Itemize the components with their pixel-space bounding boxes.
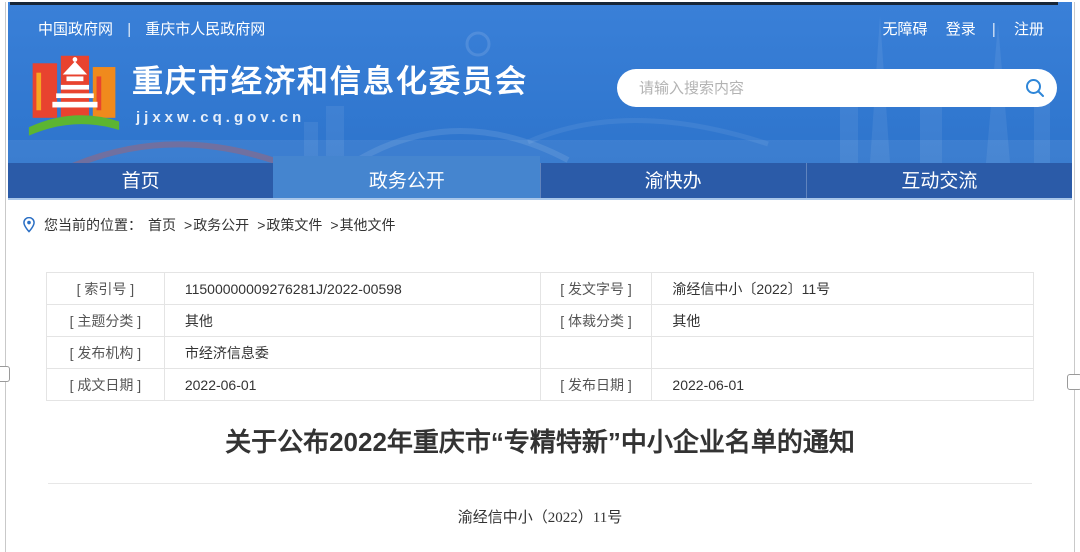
page-left-border (5, 2, 6, 552)
meta-label-doc-symbol: [ 发文字号 ] (540, 273, 652, 305)
meta-value-doc-symbol: 渝经信中小〔2022〕11号 (652, 273, 1034, 305)
topbar-separator: | (992, 21, 996, 38)
main-nav: 首页 政务公开 渝快办 互动交流 (8, 163, 1072, 200)
table-row: [ 成文日期 ] 2022-06-01 [ 发布日期 ] 2022-06-01 (47, 369, 1034, 401)
nav-tab-yukuaiban-label: 渝快办 (645, 171, 702, 192)
meta-value-subject-class: 其他 (164, 305, 540, 337)
site-url: jjxxw.cq.gov.cn (136, 109, 528, 126)
breadcrumb-item-policy-files[interactable]: 政策文件 (266, 215, 322, 235)
breadcrumb-item-other-files[interactable]: 其他文件 (340, 215, 396, 235)
meta-label-genre-class: [ 体裁分类 ] (540, 305, 652, 337)
breadcrumb-separator: > (257, 217, 265, 233)
document-number: 渝经信中小（2022）11号 (0, 506, 1080, 527)
meta-label-subject-class: [ 主题分类 ] (47, 305, 165, 337)
table-row: [ 主题分类 ] 其他 [ 体裁分类 ] 其他 (47, 305, 1034, 337)
meta-label-issuing-org: [ 发布机构 ] (47, 337, 165, 369)
document-title: 关于公布2022年重庆市“专精特新”中小企业名单的通知 (0, 422, 1080, 459)
site-banner: 中国政府网 | 重庆市人民政府网 无障碍 登录 | 注册 (8, 2, 1072, 163)
meta-label-empty (540, 337, 652, 369)
nav-tab-interaction-label: 互动交流 (901, 171, 977, 192)
nav-tab-interaction[interactable]: 互动交流 (806, 163, 1072, 198)
table-row: [ 索引号 ] 11500000009276281J/2022-00598 [ … (47, 273, 1034, 305)
meta-value-genre-class: 其他 (652, 305, 1034, 337)
site-title[interactable]: 重庆市经济和信息化委员会 (132, 56, 528, 101)
link-accessibility[interactable]: 无障碍 (883, 21, 928, 38)
nav-tab-gov-info[interactable]: 政务公开 (273, 163, 539, 198)
breadcrumb-separator: > (330, 217, 338, 233)
breadcrumb-prefix: 您当前的位置： (44, 215, 142, 235)
link-cq-gov[interactable]: 重庆市人民政府网 (145, 21, 265, 38)
breadcrumb-item-gov-info[interactable]: 政务公开 (193, 215, 249, 235)
meta-label-written-date: [ 成文日期 ] (47, 369, 165, 401)
link-china-gov[interactable]: 中国政府网 (38, 21, 113, 38)
page-edge-handle-left (0, 366, 10, 382)
page-edge-handle-right (1067, 374, 1080, 390)
search-icon[interactable] (1013, 77, 1057, 99)
topbar-separator: | (127, 21, 131, 38)
search-box (617, 69, 1057, 107)
meta-value-issuing-org: 市经济信息委 (164, 337, 540, 369)
page: 中国政府网 | 重庆市人民政府网 无障碍 登录 | 注册 (0, 0, 1080, 552)
site-branding: 重庆市经济和信息化委员会 jjxxw.cq.gov.cn (132, 56, 528, 126)
title-divider (48, 483, 1032, 484)
meta-value-written-date: 2022-06-01 (164, 369, 540, 401)
meta-label-publish-date: [ 发布日期 ] (540, 369, 652, 401)
search-input[interactable] (617, 69, 1013, 107)
page-right-border (1074, 2, 1075, 552)
nav-tab-gov-info-label: 政务公开 (369, 171, 445, 192)
meta-value-index-no: 11500000009276281J/2022-00598 (164, 273, 540, 305)
nav-tab-yukuaiban[interactable]: 渝快办 (540, 163, 806, 198)
breadcrumb: 您当前的位置： 首页 > 政务公开 > 政策文件 > 其他文件 (8, 202, 1072, 248)
meta-label-index-no: [ 索引号 ] (47, 273, 165, 305)
breadcrumb-separator: > (184, 217, 192, 233)
topbar-right-links: 无障碍 登录 | 注册 (869, 18, 1044, 39)
document-meta-table: [ 索引号 ] 11500000009276281J/2022-00598 [ … (46, 272, 1034, 401)
table-row: [ 发布机构 ] 市经济信息委 (47, 337, 1034, 369)
link-login[interactable]: 登录 (946, 21, 976, 38)
nav-tab-home-label: 首页 (122, 171, 160, 192)
breadcrumb-item-home[interactable]: 首页 (148, 215, 176, 235)
link-register[interactable]: 注册 (1014, 21, 1044, 38)
meta-value-publish-date: 2022-06-01 (652, 369, 1034, 401)
meta-value-empty (652, 337, 1034, 369)
nav-tab-home[interactable]: 首页 (8, 163, 273, 198)
site-logo-icon[interactable] (26, 52, 122, 146)
topbar-left-links: 中国政府网 | 重庆市人民政府网 (38, 18, 265, 39)
location-pin-icon (22, 216, 36, 234)
window-top-edge (10, 2, 1058, 5)
